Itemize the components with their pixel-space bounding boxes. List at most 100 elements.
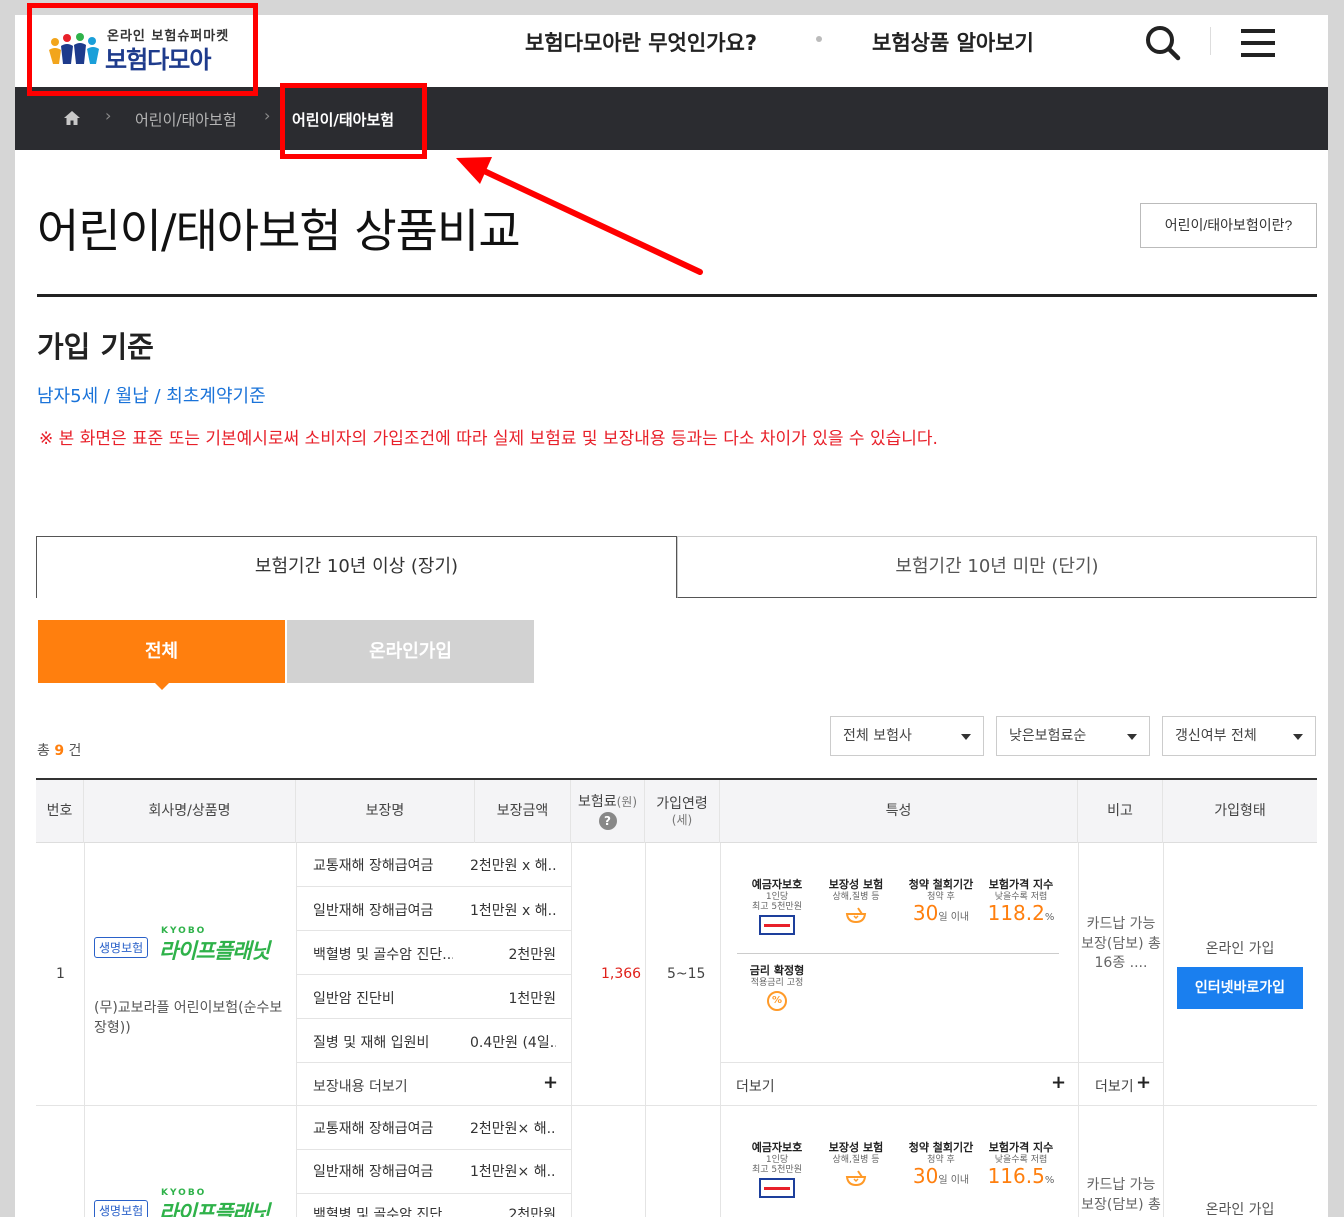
tab-long-term[interactable]: 보험기간 10년 이상 (장기) <box>36 536 677 598</box>
sort-select[interactable]: 낮은보험료순 <box>996 716 1150 756</box>
chevron-right-icon: › <box>264 106 271 125</box>
feature-title: 보장성 보험 <box>828 878 884 891</box>
row1-coverage-amount: 2천만원 x 해... <box>470 858 556 874</box>
row-divider <box>645 843 646 1217</box>
row-divider <box>296 1149 571 1150</box>
table-header: 번호 회사명/상품명 보장명 보장금액 보험료(원) ? 가입연령 (세) 특성… <box>36 780 1317 843</box>
row1-badge: 생명보험 <box>94 937 149 958</box>
feature-cancel-period: 청약 철회기간 청약 후 30일 이내 <box>901 1141 981 1188</box>
th-coverage: 보장명 <box>296 780 475 843</box>
row-divider <box>720 1062 1163 1063</box>
annotation-logo-box <box>27 3 258 96</box>
row1-brand-logo: 라이프플래닛 <box>159 939 270 963</box>
th-note: 비고 <box>1078 780 1163 843</box>
help-icon[interactable]: ? <box>598 811 617 830</box>
criteria-notice: ※ 본 화면은 표준 또는 기본예시로써 소비자의 가입조건에 따라 실제 보험… <box>39 429 938 449</box>
row1-coverage-amount: 1천만원 <box>508 991 556 1007</box>
feature-sub: 적용금리 고정 <box>750 977 804 988</box>
medicine-bowl-icon <box>845 1170 867 1186</box>
row1-coverage-name: 질병 및 재해 입원비 <box>313 1035 430 1051</box>
feature-value: 30 <box>912 1163 939 1188</box>
plus-icon[interactable]: + <box>1136 1072 1151 1093</box>
result-count-prefix: 총 <box>37 743 50 759</box>
search-icon[interactable] <box>1143 23 1183 63</box>
feature-deposit: 예금자보호 1인당 최고 5천만원 <box>737 1141 817 1202</box>
feature-unit: 일 이내 <box>938 1174 970 1186</box>
subtab-all[interactable]: 전체 <box>38 620 285 690</box>
home-icon[interactable] <box>63 110 81 126</box>
row1-feature-more[interactable]: 더보기 <box>736 1076 775 1096</box>
medicine-bowl-icon <box>845 907 867 923</box>
result-count-suffix: 건 <box>68 743 82 759</box>
th-features: 특성 <box>720 780 1078 843</box>
row1-coverage-name: 교통재해 장해급여금 <box>313 858 434 874</box>
row-divider <box>296 1062 571 1063</box>
row2-coverage-name: 백혈병 및 골수암 진단... <box>313 1207 453 1217</box>
subtab-online[interactable]: 온라인가입 <box>287 620 534 683</box>
row1-coverage-amount: 1천만원 x 해... <box>470 903 556 919</box>
breadcrumb-level1[interactable]: 어린이/태아보험 <box>135 109 237 130</box>
row-divider <box>296 843 297 1217</box>
row1-product-name[interactable]: (무)교보라플 어린이보험(순수보장형)) <box>94 998 294 1039</box>
th-age-label: 가입연령 <box>656 795 708 812</box>
row1-coverage-name: 일반재해 장해급여금 <box>313 903 434 919</box>
feature-title: 청약 철회기간 <box>908 1141 974 1154</box>
feature-title: 보장성 보험 <box>828 1141 884 1154</box>
feature-unit: % <box>1044 1174 1055 1186</box>
row-divider <box>1163 843 1164 1217</box>
row1-coverage-name: 일반암 진단비 <box>313 991 395 1007</box>
row1-note: 카드납 가능 보장(담보) 총 16종 .... <box>1081 916 1161 972</box>
deposit-protection-icon <box>759 1178 795 1199</box>
row-divider <box>296 1018 571 1019</box>
feature-title: 금리 확정형 <box>749 964 805 977</box>
row2-coverage-amount: 2천만원 <box>508 1207 556 1217</box>
insurer-filter-select[interactable]: 전체 보험사 <box>830 716 984 756</box>
internet-join-button[interactable]: 인터넷바로가입 <box>1177 967 1303 1009</box>
feature-price-index: 보험가격 지수 낮을수록 저렴 116.5% <box>981 1141 1061 1188</box>
feature-title: 예금자보호 <box>751 878 803 891</box>
feature-unit: 일 이내 <box>938 911 970 923</box>
feature-sub: 1인당 <box>765 891 789 902</box>
breadcrumb: › 어린이/태아보험 › 어린이/태아보험 <box>15 87 1328 150</box>
plus-icon[interactable]: + <box>543 1072 558 1093</box>
feature-title: 청약 철회기간 <box>908 878 974 891</box>
feature-cancel-period: 청약 철회기간 청약 후 30일 이내 <box>901 878 981 925</box>
row1-join-type: 온라인 가입 <box>1205 941 1275 957</box>
renewal-filter-select[interactable]: 갱신여부 전체 <box>1162 716 1316 756</box>
row2-coverage-amount: 1천만원× 해... <box>470 1164 556 1180</box>
feature-sub: 상해,질병 등 <box>832 1154 880 1165</box>
feature-title: 보험가격 지수 <box>988 878 1054 891</box>
result-count-number: 9 <box>54 743 65 759</box>
row1-note-more[interactable]: 더보기 <box>1095 1076 1134 1096</box>
feature-sub: 1인당 <box>765 1154 789 1165</box>
th-premium-label: 보험료 <box>577 794 617 811</box>
row2-brand-logo: 라이프플래닛 <box>159 1201 270 1217</box>
tab-short-term[interactable]: 보험기간 10년 미만 (단기) <box>677 536 1317 598</box>
row1-coverage-amount: 0.4만원 (4일... <box>470 1035 556 1051</box>
row-divider <box>1078 843 1079 1217</box>
feature-value: 118.2 <box>987 900 1045 925</box>
row2-coverage-name: 일반재해 장해급여금 <box>313 1164 434 1180</box>
feature-unit: % <box>1044 911 1055 923</box>
nav-products[interactable]: 보험상품 알아보기 <box>872 27 1034 57</box>
what-is-button[interactable]: 어린이/태아보험이란? <box>1140 203 1317 248</box>
chevron-right-icon: › <box>105 106 112 125</box>
plus-icon[interactable]: + <box>1051 1072 1066 1093</box>
feature-deposit: 예금자보호 1인당 최고 5천만원 <box>737 878 817 939</box>
title-divider <box>37 294 1317 297</box>
nav-about[interactable]: 보험다모아란 무엇인가요? <box>525 27 757 57</box>
feature-value: 116.5 <box>987 1163 1045 1188</box>
feature-sub: 상해,질병 등 <box>832 891 880 902</box>
row1-coverage-amount: 2천만원 <box>508 947 556 963</box>
row1-no: 1 <box>56 966 65 982</box>
hamburger-menu-icon[interactable] <box>1239 25 1279 61</box>
th-company: 회사명/상품명 <box>84 780 296 843</box>
feature-title: 예금자보호 <box>751 1141 803 1154</box>
th-amount: 보장금액 <box>475 780 571 843</box>
row-divider <box>296 974 571 975</box>
row2-note: 카드납 가능 보장(담보) 총 <box>1081 1177 1161 1213</box>
row1-coverage-more[interactable]: 보장내용 더보기 <box>313 1076 408 1096</box>
feature-value: 30 <box>912 900 939 925</box>
th-age-unit: (세) <box>671 812 693 827</box>
criteria-summary: 남자5세 / 월납 / 최초계약기준 <box>37 386 266 407</box>
